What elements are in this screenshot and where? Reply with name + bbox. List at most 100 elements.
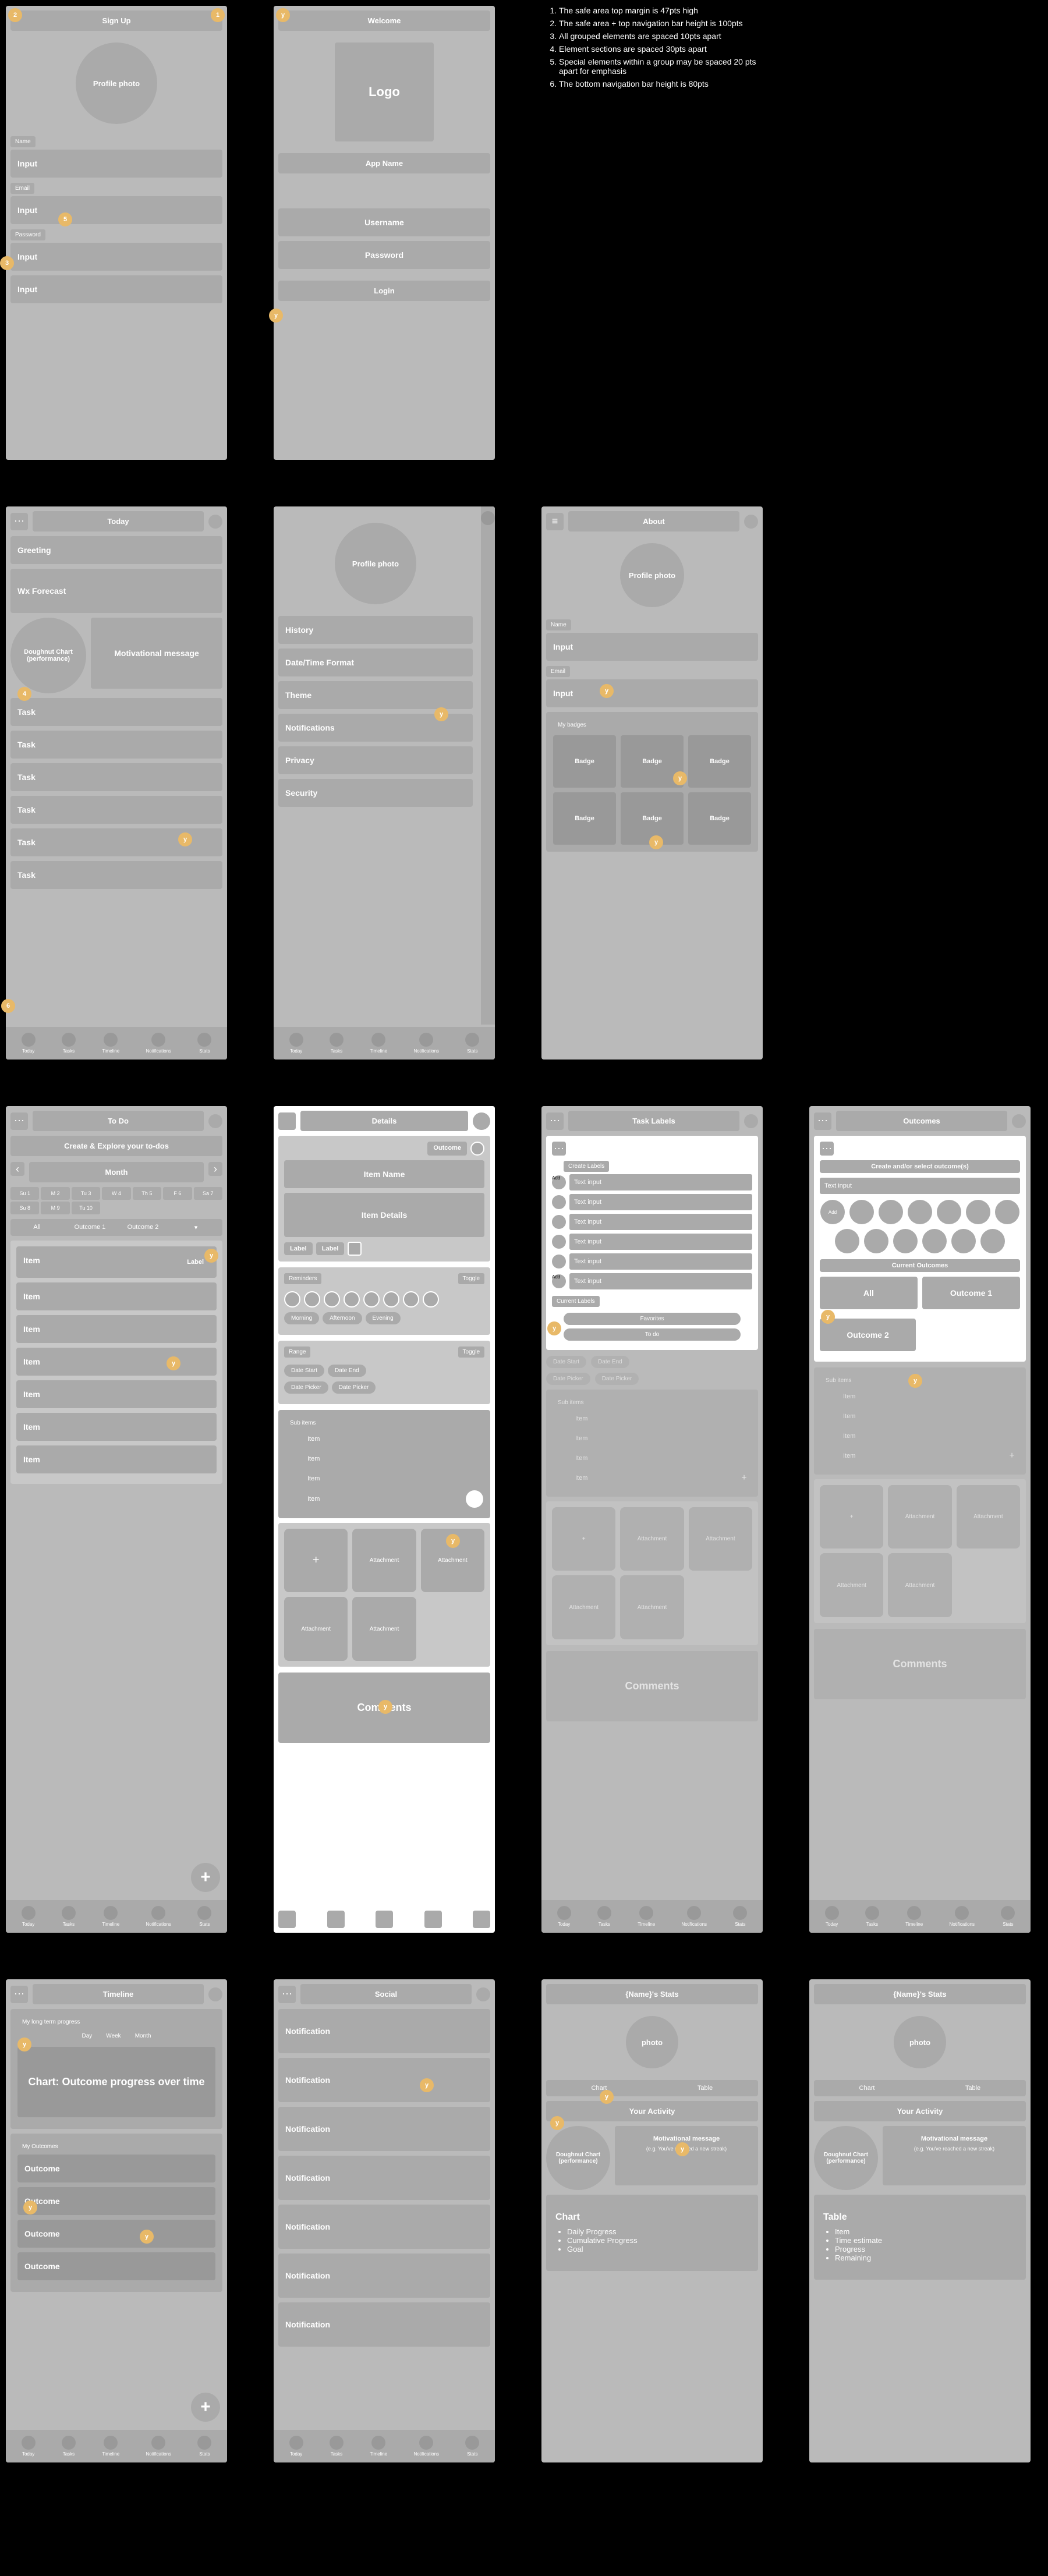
profile-photo[interactable]: Profile photo (335, 523, 416, 604)
item-6[interactable]: Item (16, 1413, 217, 1441)
add-icon[interactable]: Add (552, 1274, 566, 1288)
drawer-peek[interactable] (481, 506, 495, 1025)
back-icon[interactable] (278, 1112, 296, 1130)
back-icon[interactable]: ⋯ (814, 1112, 831, 1130)
calendar[interactable]: Su 1M 2Tu 3W 4Th 5F 6Sa 7Su 8M 9Tu 10 (10, 1187, 222, 1214)
avatar[interactable] (1012, 1114, 1026, 1128)
nav-today[interactable]: Today (289, 1033, 303, 1054)
email-input[interactable]: Input (10, 196, 222, 224)
add-label-icon[interactable] (348, 1242, 362, 1256)
action-3[interactable] (376, 1911, 393, 1928)
task-3[interactable]: Task (10, 763, 222, 791)
item-details[interactable]: Item Details (284, 1193, 484, 1237)
avatar[interactable] (744, 515, 758, 529)
photo[interactable]: photo (626, 2016, 678, 2068)
notif-1[interactable]: Notification (278, 2009, 490, 2053)
item-3[interactable]: Item (16, 1315, 217, 1343)
task-6[interactable]: Task (10, 861, 222, 889)
avatar[interactable] (476, 1987, 490, 2001)
reminder-times[interactable] (284, 1291, 484, 1308)
avatar[interactable] (208, 1114, 222, 1128)
outcome-tabs[interactable]: AllOutcome 1Outcome 2▾ (10, 1219, 222, 1236)
avatar[interactable] (481, 511, 495, 525)
login-button[interactable]: Login (278, 281, 490, 301)
nav-timeline[interactable]: Timeline (370, 1033, 387, 1054)
item-4[interactable]: Item (16, 1348, 217, 1376)
item-2[interactable]: Item (16, 1282, 217, 1310)
collapse-icon[interactable]: ⋯ (820, 1142, 834, 1156)
toggle[interactable]: Toggle (458, 1347, 484, 1358)
task-4[interactable]: Task (10, 796, 222, 824)
notif-4[interactable]: Notification (278, 2156, 490, 2200)
action-4[interactable] (424, 1911, 442, 1928)
avatar[interactable] (208, 1987, 222, 2001)
menu-icon[interactable]: ≡ (546, 513, 564, 530)
outcome-color[interactable] (470, 1142, 484, 1156)
nav-stats[interactable]: Stats (465, 1033, 479, 1054)
password-input[interactable]: Input (10, 243, 222, 271)
task-2[interactable]: Task (10, 731, 222, 759)
add-fab[interactable]: + (191, 2393, 220, 2422)
add-fab[interactable]: + (191, 1863, 220, 1892)
profile-photo[interactable]: Profile photo (620, 543, 684, 607)
notif-3[interactable]: Notification (278, 2107, 490, 2151)
avatar[interactable] (473, 1112, 490, 1130)
social-screen: ⋯Social Notification y Notification Noti… (274, 1979, 495, 2462)
action-1[interactable] (278, 1911, 296, 1928)
datetime[interactable]: Date/Time Format (278, 649, 473, 676)
badge-1[interactable]: Badge (553, 735, 616, 788)
back-icon[interactable]: ⋯ (546, 1112, 564, 1130)
profile-photo[interactable]: Profile photo (76, 42, 157, 124)
badge-3[interactable]: Badge (688, 735, 751, 788)
nav-tasks[interactable]: Tasks (330, 1033, 344, 1054)
theme[interactable]: Theme (278, 681, 473, 709)
menu-icon[interactable]: ⋯ (10, 1112, 28, 1130)
menu-icon[interactable]: ⋯ (10, 1986, 28, 2003)
history[interactable]: History (278, 616, 473, 644)
create-button[interactable]: Create & Explore your to-dos (10, 1136, 222, 1156)
collapse-icon[interactable]: ⋯ (552, 1142, 566, 1156)
marker-y: y (434, 707, 448, 721)
add-sub-icon[interactable] (466, 1490, 483, 1508)
item-name[interactable]: Item Name (284, 1160, 484, 1188)
security[interactable]: Security (278, 779, 473, 807)
name-input[interactable]: Input (546, 633, 758, 661)
add-attachment[interactable]: + (284, 1529, 348, 1592)
nav-tasks[interactable]: Tasks (62, 1033, 76, 1054)
notif-7[interactable]: Notification (278, 2302, 490, 2347)
notif-5[interactable]: Notification (278, 2205, 490, 2249)
toggle[interactable]: Toggle (458, 1273, 484, 1284)
privacy[interactable]: Privacy (278, 746, 473, 774)
nav-notifications[interactable]: Notifications (146, 1033, 171, 1054)
nav-notifications[interactable]: Notifications (413, 1033, 439, 1054)
month[interactable]: Month (29, 1162, 204, 1182)
prev-icon[interactable]: ‹ (10, 1162, 24, 1176)
badge-4[interactable]: Badge (553, 792, 616, 845)
action-2[interactable] (327, 1911, 345, 1928)
notif-6[interactable]: Notification (278, 2253, 490, 2298)
item-5[interactable]: Item (16, 1380, 217, 1408)
avatar[interactable] (208, 515, 222, 529)
username-input[interactable]: Username (278, 208, 490, 236)
task-1[interactable]: Task (10, 698, 222, 726)
menu-icon[interactable]: ⋯ (278, 1986, 296, 2003)
photo[interactable]: photo (894, 2016, 946, 2068)
password-input[interactable]: Password (278, 241, 490, 269)
badge-6[interactable]: Badge (688, 792, 751, 845)
add-icon[interactable]: Add (552, 1175, 566, 1189)
next-icon[interactable]: › (208, 1162, 222, 1176)
menu-icon[interactable]: ⋯ (10, 513, 28, 530)
action-5[interactable] (473, 1911, 490, 1928)
confirm-input[interactable]: Input (10, 275, 222, 303)
marker-2: 2 (8, 8, 22, 22)
email-input[interactable]: Input (546, 679, 758, 707)
outcome-tag[interactable]: Outcome (427, 1142, 467, 1156)
name-input[interactable]: Input (10, 150, 222, 178)
item-7[interactable]: Item (16, 1445, 217, 1473)
notif-2[interactable]: Notification (278, 2058, 490, 2102)
nav-today[interactable]: Today (22, 1033, 36, 1054)
nav-stats[interactable]: Stats (197, 1033, 211, 1054)
avatar[interactable] (744, 1114, 758, 1128)
nav-timeline[interactable]: Timeline (102, 1033, 119, 1054)
item-1[interactable]: ItemLabel (16, 1246, 217, 1278)
